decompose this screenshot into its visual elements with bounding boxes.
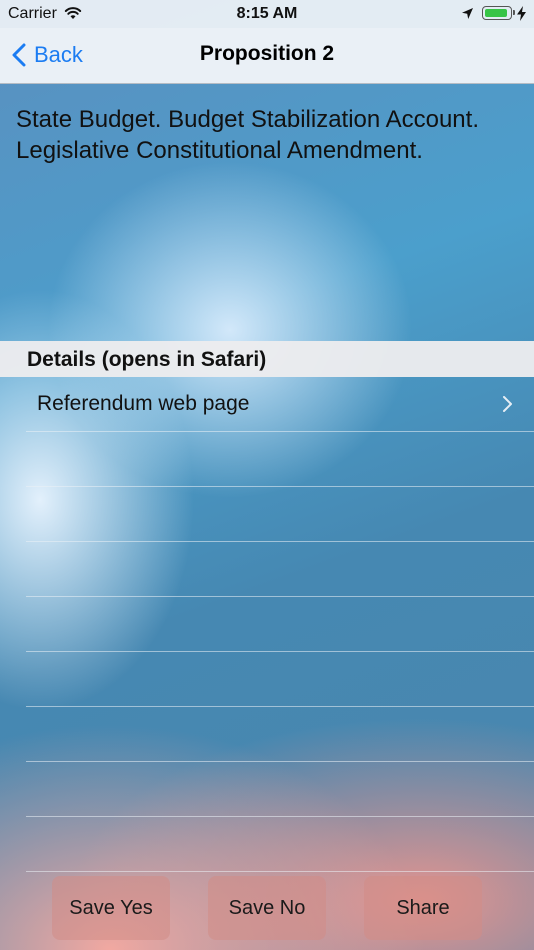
charging-bolt-icon xyxy=(517,6,526,26)
referendum-web-page-row[interactable]: Referendum web page xyxy=(26,377,534,432)
clock: 8:15 AM xyxy=(236,5,298,22)
chevron-right-icon xyxy=(502,396,512,417)
battery-icon xyxy=(482,6,515,20)
share-button[interactable]: Share xyxy=(364,876,482,940)
empty-row xyxy=(26,597,534,652)
navigation-bar: Back Proposition 2 xyxy=(0,28,534,84)
page-title: Proposition 2 xyxy=(199,42,335,65)
empty-row xyxy=(26,762,534,817)
details-section-header: Details (opens in Safari) xyxy=(0,341,534,377)
section-header-label: Details (opens in Safari) xyxy=(27,348,267,371)
location-arrow-icon xyxy=(461,7,474,25)
empty-row xyxy=(26,487,534,542)
row-label: Referendum web page xyxy=(37,392,250,415)
status-bar: Carrier 8:15 AM xyxy=(0,0,534,28)
save-no-button[interactable]: Save No xyxy=(208,876,326,940)
empty-row xyxy=(26,652,534,707)
proposition-description: State Budget. Budget Stabilization Accou… xyxy=(16,106,479,164)
empty-row xyxy=(26,542,534,597)
empty-row xyxy=(26,432,534,487)
empty-row xyxy=(26,817,534,872)
empty-row xyxy=(26,707,534,762)
save-yes-button[interactable]: Save Yes xyxy=(52,876,170,940)
